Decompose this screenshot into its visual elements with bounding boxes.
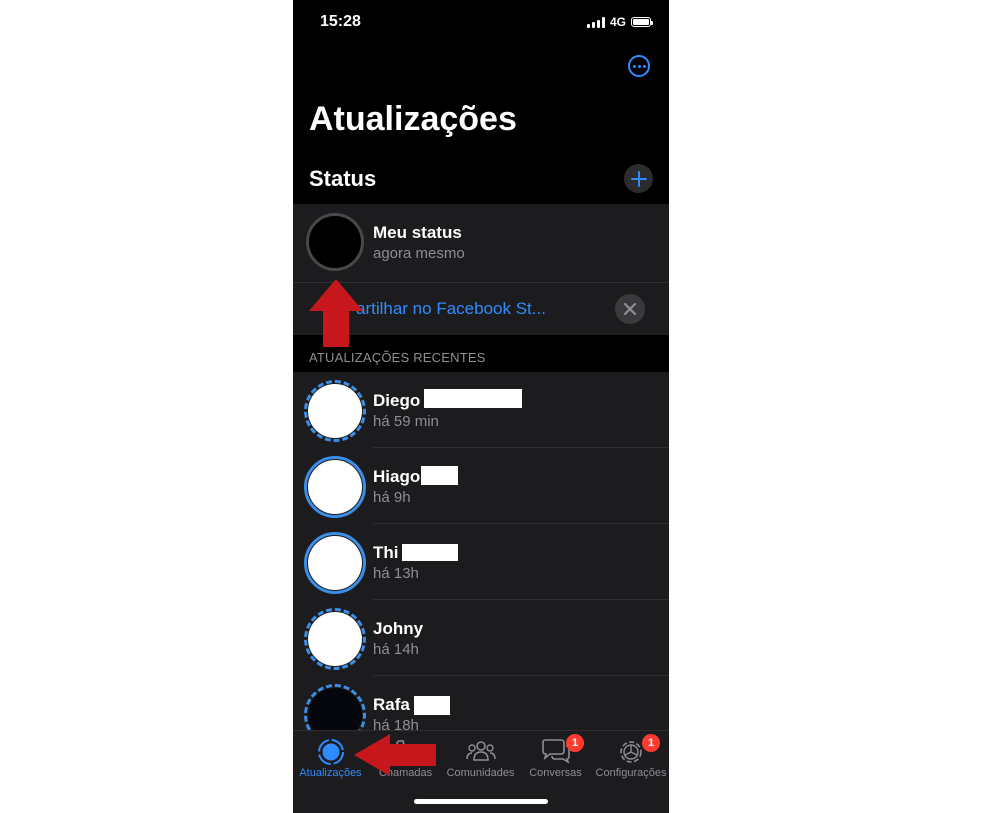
avatar bbox=[308, 688, 362, 730]
avatar bbox=[308, 612, 362, 666]
phone-screen: 15:28 4G Atualizações Status Meu status … bbox=[293, 0, 669, 813]
tab-configuracoes[interactable]: 1 Configurações bbox=[593, 731, 669, 781]
ellipsis-circle-icon[interactable] bbox=[628, 55, 650, 77]
list-item[interactable]: Diego há 59 min bbox=[293, 372, 669, 448]
annotation-arrow-up-icon bbox=[309, 279, 363, 347]
annotation-arrow-left-icon bbox=[354, 734, 436, 776]
redaction-box bbox=[424, 389, 522, 408]
list-item[interactable]: Thi há 13h bbox=[293, 524, 669, 600]
contact-time: há 13h bbox=[373, 565, 419, 582]
share-facebook-link[interactable]: artilhar no Facebook St... bbox=[356, 299, 546, 319]
gear-icon bbox=[620, 741, 642, 763]
people-icon bbox=[465, 741, 496, 761]
status-ring bbox=[304, 608, 366, 670]
battery-icon bbox=[631, 17, 653, 27]
clock: 15:28 bbox=[320, 13, 361, 30]
my-status-row[interactable]: Meu status agora mesmo bbox=[293, 204, 669, 282]
avatar bbox=[308, 460, 362, 514]
contact-time: há 59 min bbox=[373, 413, 439, 430]
my-status-name: Meu status bbox=[373, 223, 462, 242]
avatar bbox=[308, 536, 362, 590]
list-item[interactable]: Hiago há 9h bbox=[293, 448, 669, 524]
plus-icon bbox=[630, 170, 647, 187]
contact-time: há 14h bbox=[373, 641, 419, 658]
close-icon bbox=[624, 303, 636, 315]
avatar bbox=[306, 213, 364, 271]
tab-label: Configurações bbox=[595, 767, 667, 779]
recent-updates-header: ATUALIZAÇÕES RECENTES bbox=[309, 350, 486, 365]
page-title: Atualizações bbox=[309, 100, 517, 138]
contact-name: Hiago bbox=[373, 467, 421, 486]
contact-name: Diego bbox=[373, 391, 421, 410]
redaction-box bbox=[421, 466, 458, 485]
status-ring bbox=[304, 684, 366, 730]
status-ring bbox=[304, 380, 366, 442]
home-indicator bbox=[414, 799, 548, 804]
tab-comunidades[interactable]: Comunidades bbox=[443, 731, 518, 781]
list-item[interactable]: Rafa há 18h bbox=[293, 676, 669, 730]
status-ring bbox=[304, 532, 366, 594]
add-status-button[interactable] bbox=[624, 164, 653, 193]
unread-badge: 1 bbox=[566, 734, 584, 752]
avatar bbox=[308, 384, 362, 438]
status-icon bbox=[317, 739, 344, 765]
status-ring bbox=[304, 456, 366, 518]
redaction-box bbox=[402, 544, 458, 561]
status-icons: 4G bbox=[586, 15, 653, 29]
list-item[interactable]: Johny há 14h bbox=[293, 600, 669, 676]
settings-badge: 1 bbox=[642, 734, 660, 752]
dismiss-share-button[interactable] bbox=[615, 294, 645, 324]
contact-time: há 9h bbox=[373, 489, 411, 506]
contact-name: Johny bbox=[373, 619, 424, 638]
redaction-box bbox=[414, 696, 450, 715]
status-section-title: Status bbox=[309, 166, 377, 191]
contact-name: Rafa bbox=[373, 695, 410, 714]
tab-conversas[interactable]: 1 Conversas bbox=[518, 731, 593, 781]
status-bar: 15:28 4G bbox=[293, 0, 669, 46]
tab-label: Conversas bbox=[529, 767, 582, 779]
network-type: 4G bbox=[609, 15, 626, 29]
contact-name: Thi bbox=[373, 543, 399, 562]
recent-updates-list: Diego há 59 min Hiago há 9h Thi há 13h J… bbox=[293, 372, 669, 730]
tab-label: Comunidades bbox=[446, 767, 515, 779]
my-status-time: agora mesmo bbox=[373, 245, 465, 262]
signal-icon bbox=[586, 16, 605, 28]
contact-time: há 18h bbox=[373, 717, 419, 730]
